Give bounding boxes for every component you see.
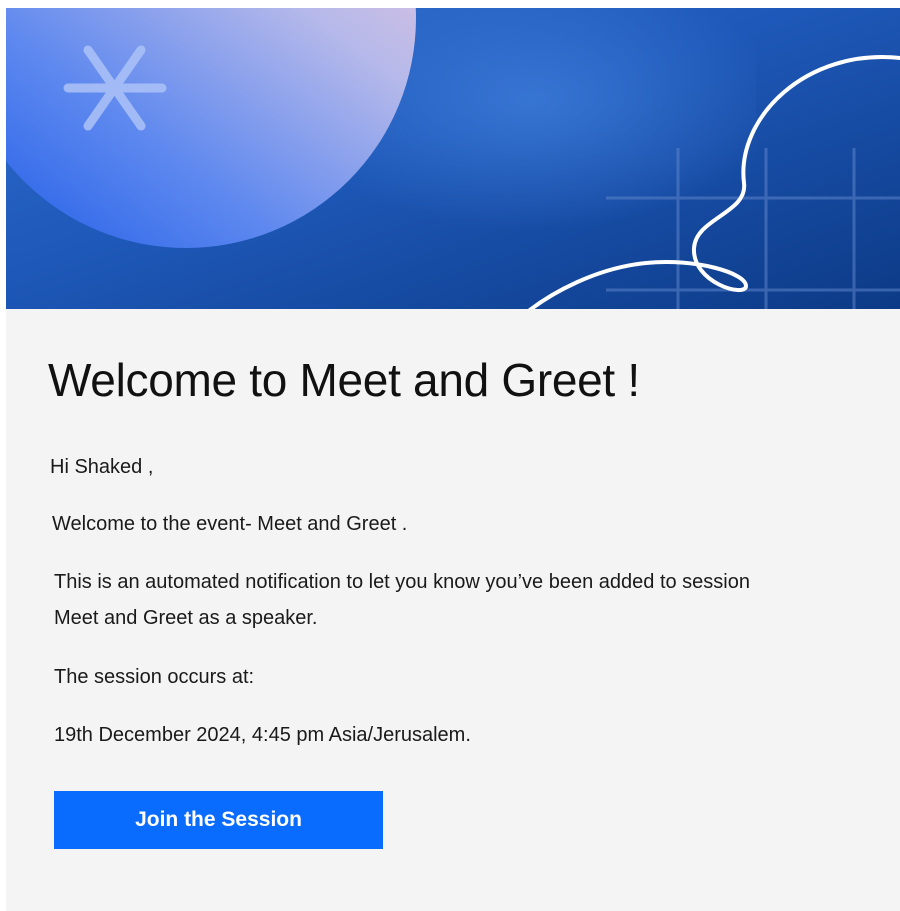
- email-body: Welcome to Meet and Greet ! Hi Shaked , …: [6, 8, 900, 911]
- notification-text: This is an automated notification to let…: [54, 564, 750, 636]
- session-occurs-label: The session occurs at:: [54, 666, 255, 688]
- welcome-text: Welcome to the event- Meet and Greet .: [52, 513, 408, 535]
- notification-line-1: This is an automated notification to let…: [54, 571, 750, 593]
- session-datetime: 19th December 2024, 4:45 pm Asia/Jerusal…: [54, 724, 471, 746]
- notification-line-2: Meet and Greet as a speaker.: [54, 607, 318, 629]
- email-title: Welcome to Meet and Greet !: [48, 354, 640, 406]
- join-session-button[interactable]: Join the Session: [54, 791, 383, 849]
- greeting-text: Hi Shaked ,: [50, 456, 154, 478]
- header-banner: [6, 8, 900, 309]
